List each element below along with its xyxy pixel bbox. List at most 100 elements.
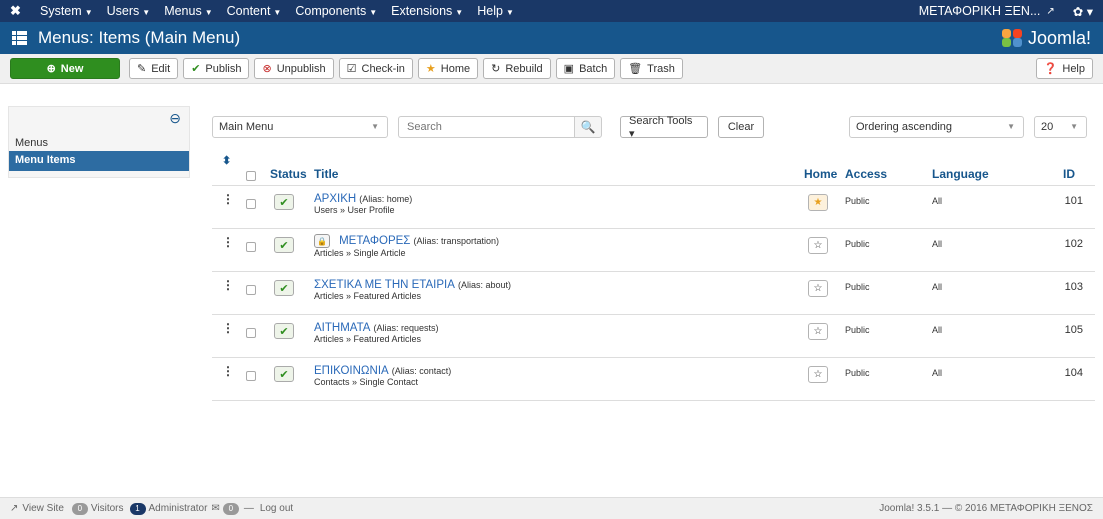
caret-icon: ▼	[369, 8, 378, 17]
menu-extensions[interactable]: Extensions ▼	[391, 4, 463, 18]
logout-link[interactable]: Log out	[260, 503, 293, 514]
item-id: 101	[1064, 195, 1083, 207]
drag-handle-icon[interactable]: ⋮	[222, 365, 234, 377]
new-button[interactable]: ⊕ New	[10, 58, 120, 79]
check-icon: ✔	[191, 63, 201, 75]
table-row: ⋮ ✔ ΑΡΧΙΚΗ (Alias: home) Users » User Pr…	[212, 186, 1095, 229]
item-title-link[interactable]: ΕΠΙΚΟΙΝΩΝΙΑ	[314, 365, 389, 377]
row-checkbox[interactable]	[246, 371, 256, 384]
header-language[interactable]: Language	[932, 167, 989, 181]
header-access[interactable]: Access	[845, 167, 887, 181]
sidebar-toggle-icon[interactable]: ⊖	[169, 110, 181, 127]
menu-users[interactable]: Users ▼	[107, 4, 151, 18]
lock-icon[interactable]: 🔒	[314, 234, 330, 248]
drag-handle-icon[interactable]: ⋮	[222, 193, 234, 205]
published-status-button[interactable]: ✔	[274, 194, 294, 210]
gear-icon[interactable]: ✿ ▾	[1073, 4, 1093, 19]
home-button[interactable]: ★ Home	[417, 58, 479, 79]
page-header: Menus: Items (Main Menu) Joomla!	[0, 22, 1103, 54]
star-outline-icon[interactable]: ☆	[808, 366, 828, 383]
header-title[interactable]: Title	[314, 167, 338, 181]
unpublish-button[interactable]: ⊗ Unpublish	[254, 58, 334, 79]
search-input[interactable]	[398, 116, 574, 138]
joomla-brand: Joomla!	[1001, 28, 1091, 49]
rebuild-button[interactable]: ↻ Rebuild	[483, 58, 551, 79]
default-home-star-icon[interactable]: ★	[808, 194, 828, 211]
times-circle-icon: ⊗	[262, 63, 272, 75]
check-icon: ✔	[279, 282, 289, 295]
published-status-button[interactable]: ✔	[274, 280, 294, 296]
chevron-down-icon: ▼	[1007, 122, 1015, 131]
page-title: Menus: Items (Main Menu)	[38, 28, 241, 47]
item-title-cell: ΕΠΙΚΟΙΝΩΝΙΑ (Alias: contact) Contacts » …	[314, 365, 451, 387]
menu-content[interactable]: Content ▼	[227, 4, 282, 18]
drag-handle-icon[interactable]: ⋮	[222, 322, 234, 334]
table-row: ⋮ ✔ ΑΙΤΗΜΑΤΑ (Alias: requests) Articles …	[212, 315, 1095, 358]
star-outline-icon[interactable]: ☆	[808, 323, 828, 340]
row-checkbox[interactable]	[246, 242, 256, 255]
sort-icon[interactable]: ⬍	[222, 154, 231, 167]
joomla-logo-icon[interactable]: ✖	[10, 3, 30, 19]
status-footer: ↗ View Site 0 Visitors 1 Administrator ✉…	[0, 497, 1103, 519]
menu-components[interactable]: Components ▼	[295, 4, 377, 18]
copyright: Joomla! 3.5.1 — © 2016 ΜΕΤΑΦΟΡΙΚΗ ΞΕΝΟΣ	[879, 503, 1093, 514]
minus-icon: —	[243, 503, 254, 514]
menu-select[interactable]: Main Menu ▼	[212, 116, 388, 138]
item-title-link[interactable]: ΑΙΤΗΜΑΤΑ	[314, 322, 370, 334]
row-checkbox[interactable]	[246, 199, 256, 212]
item-title-link[interactable]: ΜΕΤΑΦΟΡΕΣ	[339, 235, 410, 247]
published-status-button[interactable]: ✔	[274, 366, 294, 382]
select-all-checkbox[interactable]	[246, 170, 256, 184]
search-tools-button[interactable]: Search Tools ▾	[620, 115, 708, 140]
check-icon: ✔	[279, 368, 289, 381]
item-language: All	[932, 325, 943, 335]
star-icon: ★	[425, 63, 436, 75]
envelope-icon[interactable]: ✉	[211, 503, 219, 514]
star-outline-icon[interactable]: ☆	[808, 280, 828, 297]
caret-icon: ▼	[505, 8, 514, 17]
item-title-link[interactable]: ΑΡΧΙΚΗ	[314, 193, 356, 205]
item-title-cell: ΑΙΤΗΜΑΤΑ (Alias: requests) Articles » Fe…	[314, 322, 439, 344]
help-button[interactable]: ❓ Help	[1035, 58, 1093, 79]
item-language: All	[932, 196, 943, 206]
item-title-link[interactable]: ΣΧΕΤΙΚΑ ΜΕ ΤΗΝ ΕΤΑΙΡΙΑ	[314, 279, 455, 291]
published-status-button[interactable]: ✔	[274, 323, 294, 339]
header-status[interactable]: Status	[270, 167, 307, 181]
menu-menus[interactable]: Menus ▼	[164, 4, 212, 18]
menu-system[interactable]: System ▼	[40, 4, 93, 18]
visitors-label: Visitors	[90, 503, 124, 514]
table-row: ⋮ ✔ ΣΧΕΤΙΚΑ ΜΕ ΤΗΝ ΕΤΑΙΡΙΑ (Alias: about…	[212, 272, 1095, 315]
checkin-button[interactable]: ☑ Check-in	[338, 58, 413, 79]
toolbar: ⊕ New ✎ Edit ✔ Publish ⊗ Unpublish ☑ Check-in…	[0, 54, 1103, 84]
question-circle-icon: ❓	[1043, 63, 1058, 75]
item-title-cell: 🔒 ΜΕΤΑΦΟΡΕΣ (Alias: transportation) Arti…	[314, 234, 499, 258]
external-link-icon: ↗	[10, 503, 19, 514]
caret-icon: ▼	[455, 8, 464, 17]
publish-button[interactable]: ✔ Publish	[183, 58, 250, 79]
drag-handle-icon[interactable]: ⋮	[222, 279, 234, 291]
star-outline-icon[interactable]: ☆	[808, 237, 828, 254]
site-name-link[interactable]: ΜΕΤΑΦΟΡΙΚΗ ΞΕΝ...	[919, 4, 1041, 18]
trash-button[interactable]: 🗑 Trash	[620, 58, 683, 79]
search-button[interactable]: 🔍	[574, 116, 602, 138]
drag-handle-icon[interactable]: ⋮	[222, 236, 234, 248]
refresh-icon: ↻	[491, 63, 501, 75]
header-id[interactable]: ID	[1063, 167, 1075, 181]
edit-button[interactable]: ✎ Edit	[129, 58, 179, 79]
header-home[interactable]: Home	[804, 167, 837, 181]
chevron-down-icon: ▼	[371, 122, 379, 131]
clear-button[interactable]: Clear	[718, 116, 764, 138]
sidebar-item-menu-items[interactable]: Menu Items	[9, 151, 189, 171]
navbar-right: ΜΕΤΑΦΟΡΙΚΗ ΞΕΝ... ↗ ✿ ▾	[919, 4, 1093, 19]
item-alias: (Alias: transportation)	[413, 235, 500, 246]
ordering-select[interactable]: Ordering ascending ▼	[849, 116, 1024, 138]
published-status-button[interactable]: ✔	[274, 237, 294, 253]
item-alias: (Alias: requests)	[373, 323, 439, 333]
menu-help[interactable]: Help ▼	[477, 4, 514, 18]
caret-icon: ▼	[84, 8, 93, 17]
limit-select[interactable]: 20 ▼	[1034, 116, 1087, 138]
view-site-link[interactable]: View Site	[22, 503, 64, 514]
row-checkbox[interactable]	[246, 328, 256, 341]
batch-button[interactable]: ▣ Batch	[555, 58, 616, 79]
row-checkbox[interactable]	[246, 285, 256, 298]
